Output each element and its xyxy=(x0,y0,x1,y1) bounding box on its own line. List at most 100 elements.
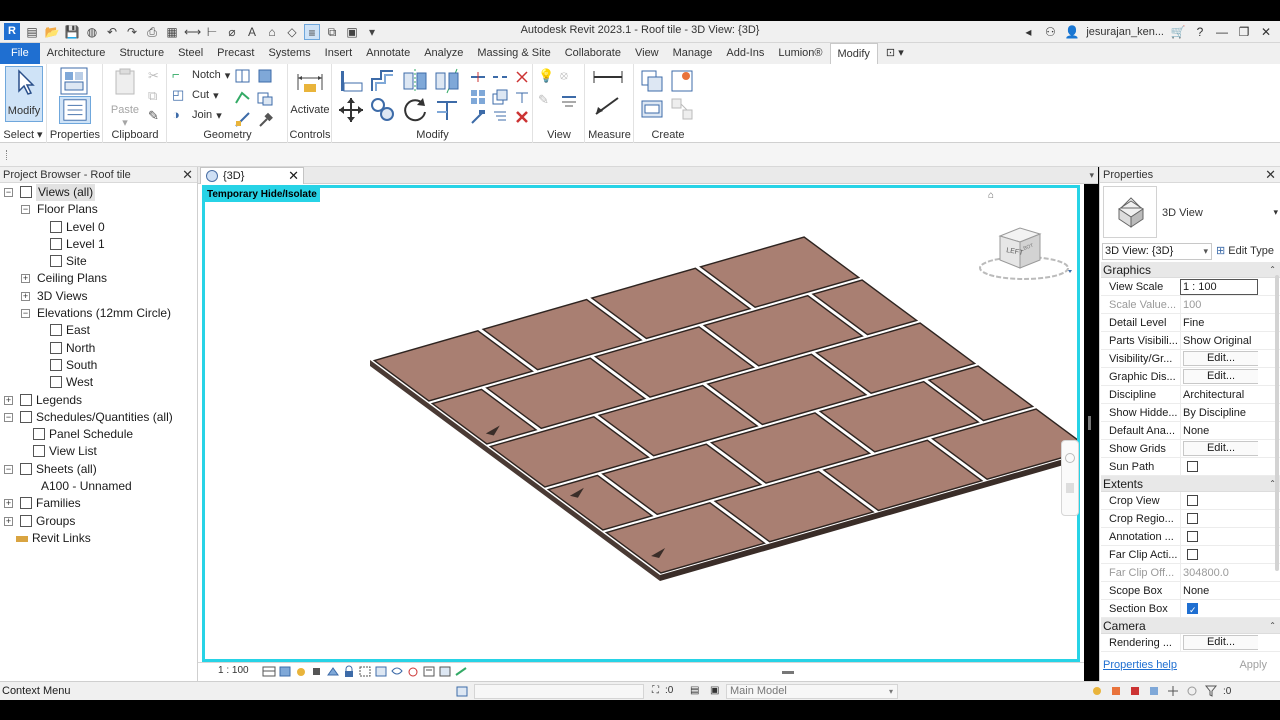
tab-lumion[interactable]: Lumion® xyxy=(771,43,829,64)
design-option-select[interactable]: Main Model ▾ xyxy=(726,684,898,699)
hide-element-icon[interactable]: ⦻ xyxy=(560,68,578,86)
delete-icon[interactable] xyxy=(513,108,531,126)
tab-massing-site[interactable]: Massing & Site xyxy=(470,43,557,64)
browser-item[interactable]: Revit Links xyxy=(0,530,197,547)
property-value[interactable]: Show Original xyxy=(1180,332,1258,350)
home-icon[interactable]: ⌂ xyxy=(988,190,994,201)
apply-button[interactable]: Apply xyxy=(1239,659,1267,671)
type-name[interactable]: 3D View xyxy=(1162,207,1203,219)
tab-architecture[interactable]: Architecture xyxy=(40,43,113,64)
tab-steel[interactable]: Steel xyxy=(171,43,210,64)
analytical-model-icon[interactable] xyxy=(438,665,452,678)
help-icon[interactable]: ? xyxy=(1192,25,1208,39)
trim-multiple-icon[interactable] xyxy=(513,88,531,106)
property-value[interactable]: Fine xyxy=(1180,314,1258,332)
properties-help-link[interactable]: Properties help xyxy=(1103,659,1177,671)
constraints-icon[interactable] xyxy=(454,665,468,678)
temporary-view-properties-icon[interactable] xyxy=(422,665,436,678)
property-value[interactable]: Edit... xyxy=(1180,440,1258,458)
temporary-hide-icon[interactable] xyxy=(390,665,404,678)
pin-icon[interactable] xyxy=(469,108,487,126)
close-icon[interactable]: ✕ xyxy=(288,168,299,184)
sun-path-icon[interactable] xyxy=(294,665,308,678)
split-gap-icon[interactable] xyxy=(491,68,509,86)
browser-item[interactable]: East xyxy=(0,322,197,339)
view-hscroll-handle[interactable] xyxy=(782,671,794,674)
collapse-icon[interactable]: − xyxy=(21,205,30,215)
save-icon[interactable]: 💾 xyxy=(64,24,80,40)
view-scroll-handle[interactable] xyxy=(1088,416,1091,430)
revit-logo[interactable]: R xyxy=(4,23,20,40)
collapse-icon[interactable]: − xyxy=(4,412,13,422)
text-icon[interactable]: A xyxy=(244,24,260,40)
edit-type-button[interactable]: ⊞ Edit Type xyxy=(1216,244,1274,257)
show-crop-icon[interactable] xyxy=(374,665,388,678)
property-value[interactable]: 1 : 100 xyxy=(1180,279,1258,295)
edit-button[interactable]: Edit... xyxy=(1183,351,1258,366)
browser-item[interactable]: South xyxy=(0,357,197,374)
shadows-icon[interactable] xyxy=(310,665,324,678)
linework-icon[interactable] xyxy=(234,111,252,129)
tab-precast[interactable]: Precast xyxy=(210,43,261,64)
open-file-icon[interactable]: ▤ xyxy=(24,24,40,40)
browser-item[interactable]: +3D Views xyxy=(0,288,197,305)
activate-button[interactable]: Activate xyxy=(289,66,331,116)
select-panel-label[interactable]: Select ▾ xyxy=(0,128,46,141)
workset-select[interactable] xyxy=(474,684,644,699)
open-icon[interactable]: 📂 xyxy=(44,24,60,40)
lock-3d-view-icon[interactable] xyxy=(342,665,356,678)
undo-icon[interactable]: ↶ xyxy=(104,24,120,40)
property-value[interactable]: Edit... xyxy=(1180,634,1258,652)
expand-icon[interactable]: + xyxy=(4,516,13,526)
select-links-icon[interactable] xyxy=(1090,684,1104,698)
type-properties-icon[interactable] xyxy=(59,66,91,96)
split-element-icon[interactable] xyxy=(469,68,487,86)
edit-button[interactable]: Edit... xyxy=(1183,369,1258,384)
demolish-icon[interactable] xyxy=(256,89,274,107)
browser-item[interactable]: + Legends xyxy=(0,392,197,409)
tab-annotate[interactable]: Annotate xyxy=(359,43,417,64)
ribbon-minimize-toggle[interactable]: ⊡ ▾ xyxy=(878,43,912,64)
wall-joins-icon[interactable] xyxy=(234,89,252,107)
trim-extend-multi-icon[interactable] xyxy=(491,108,509,126)
tab-modify[interactable]: Modify xyxy=(829,43,878,64)
search-arrow-icon[interactable]: ◂ xyxy=(1020,25,1036,39)
notch-button[interactable]: ⌐ Notch ▾ xyxy=(172,66,230,84)
view-scale[interactable]: 1 : 100 xyxy=(218,665,249,676)
browser-item[interactable]: + Groups xyxy=(0,513,197,530)
zoom-icon[interactable] xyxy=(1066,483,1074,493)
properties-scrollbar[interactable] xyxy=(1275,275,1279,571)
property-checkbox[interactable] xyxy=(1187,494,1198,506)
expand-icon[interactable]: + xyxy=(4,499,13,509)
property-value[interactable]: Edit... xyxy=(1180,368,1258,386)
edit-button[interactable]: Edit... xyxy=(1183,441,1258,456)
worksets-icon[interactable] xyxy=(455,684,469,698)
expand-icon[interactable]: + xyxy=(21,291,30,301)
close-icon[interactable]: ✕ xyxy=(1258,25,1274,39)
property-value[interactable]: None xyxy=(1180,582,1258,600)
trim-extend-icon[interactable] xyxy=(433,96,461,124)
collapse-icon[interactable]: − xyxy=(21,309,30,319)
redo-icon[interactable]: ↷ xyxy=(124,24,140,40)
collapse-icon[interactable]: − xyxy=(4,464,13,474)
tab-file[interactable]: File xyxy=(0,43,40,64)
visual-style-icon[interactable] xyxy=(278,665,292,678)
browser-item[interactable]: Site xyxy=(0,253,197,270)
mirror-pick-axis-icon[interactable] xyxy=(401,67,429,95)
viewcube[interactable]: LEFT BOT xyxy=(978,222,1074,286)
detail-level-icon[interactable] xyxy=(262,665,276,678)
browser-item[interactable]: − Sheets (all) xyxy=(0,461,197,478)
hammer-icon[interactable] xyxy=(256,111,274,129)
close-icon[interactable]: ✕ xyxy=(182,167,193,183)
cart-icon[interactable]: 🛒 xyxy=(1170,25,1186,39)
property-checkbox[interactable] xyxy=(1187,548,1198,560)
array-icon[interactable] xyxy=(469,88,487,106)
rotate-icon[interactable] xyxy=(401,96,429,124)
align-dim-icon[interactable]: ⊢ xyxy=(204,24,220,40)
browser-item[interactable]: North xyxy=(0,340,197,357)
expand-icon[interactable]: + xyxy=(21,274,30,284)
thin-lines-icon[interactable]: ≡ xyxy=(304,24,320,40)
select-by-face-icon[interactable] xyxy=(1147,684,1161,698)
measure-icon[interactable]: ⟷ xyxy=(184,24,201,40)
copy-icon[interactable]: ⧉ xyxy=(148,88,164,104)
